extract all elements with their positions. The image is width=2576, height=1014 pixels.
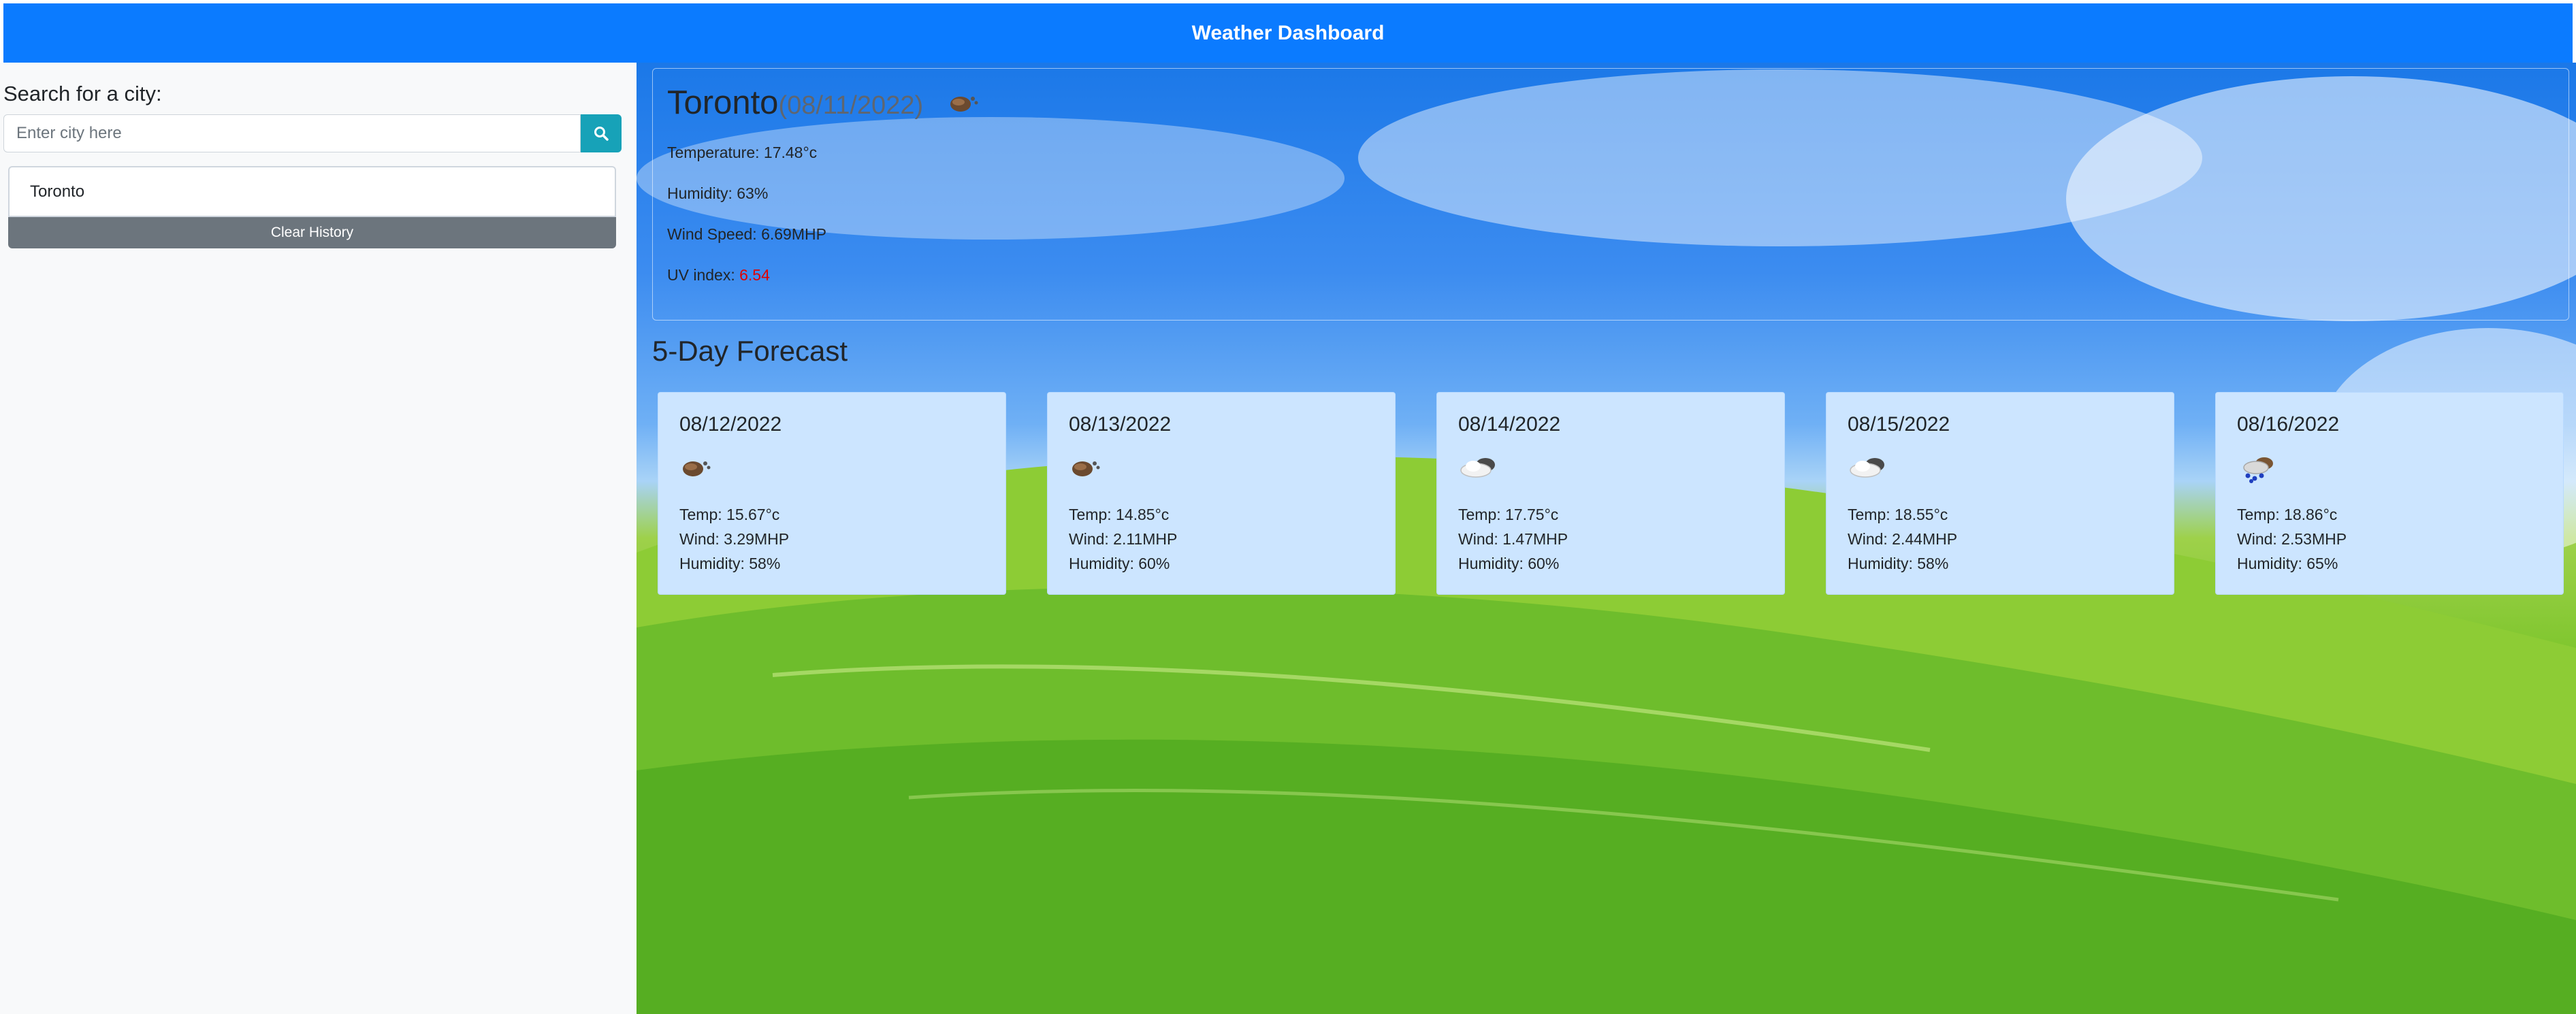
forecast-wind: Wind: 2.44MHP (1848, 530, 1958, 548)
forecast-temp: Temp: 14.85°c (1069, 506, 1170, 523)
forecast-humidity: Humidity: 60% (1069, 555, 1170, 572)
forecast-card: 08/16/2022 Temp: 18.86°c Wind: 2.53MHP H… (2215, 392, 2564, 595)
forecast-date: 08/15/2022 (1848, 413, 1950, 436)
forecast-humidity: Humidity: 58% (1848, 555, 1949, 572)
forecast-card: 08/12/2022 Temp: 15.67°c Wind: 3.29MHP H… (658, 392, 1006, 595)
humidity-text: Humidity: 63% (667, 184, 769, 202)
forecast-wind: Wind: 3.29MHP (679, 530, 790, 548)
current-weather-panel: Toronto (08/11/2022) Temperature: 17.48°… (652, 68, 2569, 321)
main-content: Toronto (08/11/2022) Temperature: 17.48°… (637, 63, 2576, 1014)
forecast-humidity: Humidity: 65% (2237, 555, 2338, 572)
forecast-wind: Wind: 2.53MHP (2237, 530, 2347, 548)
history-list: Toronto (8, 166, 616, 217)
history-item-toronto[interactable]: Toronto (30, 182, 84, 201)
forecast-temp: Temp: 18.86°c (2237, 506, 2338, 523)
search-input[interactable] (3, 114, 581, 152)
search-label: Search for a city: (3, 82, 162, 105)
forecast-temp: Temp: 18.55°c (1848, 506, 1948, 523)
cloud-icon (1850, 458, 1884, 478)
app-header: Weather Dashboard (3, 3, 2573, 63)
broken-clouds-icon (683, 461, 711, 476)
forecast-wind: Wind: 1.47MHP (1458, 530, 1568, 548)
current-heading: Toronto (08/11/2022) (667, 84, 923, 122)
forecast-date: 08/12/2022 (679, 413, 782, 436)
forecast-date: 08/13/2022 (1069, 413, 1172, 436)
forecast-card: 08/14/2022 Temp: 17.75°c Wind: 1.47MHP H… (1436, 392, 1785, 595)
search-icon (594, 127, 609, 141)
forecast-date: 08/14/2022 (1458, 413, 1561, 436)
uv-value-badge: 6.54 (739, 266, 770, 284)
sidebar: Search for a city: Toronto Clear History (0, 63, 637, 1014)
app-title: Weather Dashboard (1191, 21, 1385, 44)
forecast-humidity: Humidity: 58% (679, 555, 781, 572)
forecast-title: 5-Day Forecast (652, 335, 848, 367)
search-button[interactable] (581, 114, 622, 152)
forecast-humidity: Humidity: 60% (1458, 555, 1560, 572)
forecast-wind: Wind: 2.11MHP (1069, 530, 1178, 548)
forecast-card: 08/13/2022 Temp: 14.85°c Wind: 2.11MHP H… (1047, 392, 1396, 595)
wind-speed-text: Wind Speed: 6.69MHP (667, 225, 826, 243)
uv-label: UV index: (667, 266, 740, 284)
city-name: Toronto (667, 84, 779, 121)
rain-icon (2243, 457, 2273, 483)
current-date: (08/11/2022) (778, 91, 924, 120)
broken-clouds-icon (950, 97, 978, 112)
cloud-icon (1460, 458, 1495, 478)
forecast-card: 08/15/2022 Temp: 18.55°c Wind: 2.44MHP H… (1826, 392, 2174, 595)
forecast-temp: Temp: 15.67°c (679, 506, 780, 523)
temperature-text: Temperature: 17.48°c (667, 144, 818, 161)
clear-history-button[interactable]: Clear History (8, 217, 616, 248)
broken-clouds-icon (1072, 461, 1100, 476)
forecast-temp: Temp: 17.75°c (1458, 506, 1559, 523)
forecast-date: 08/16/2022 (2237, 413, 2340, 436)
uv-index-text: UV index: 6.54 (667, 266, 770, 284)
